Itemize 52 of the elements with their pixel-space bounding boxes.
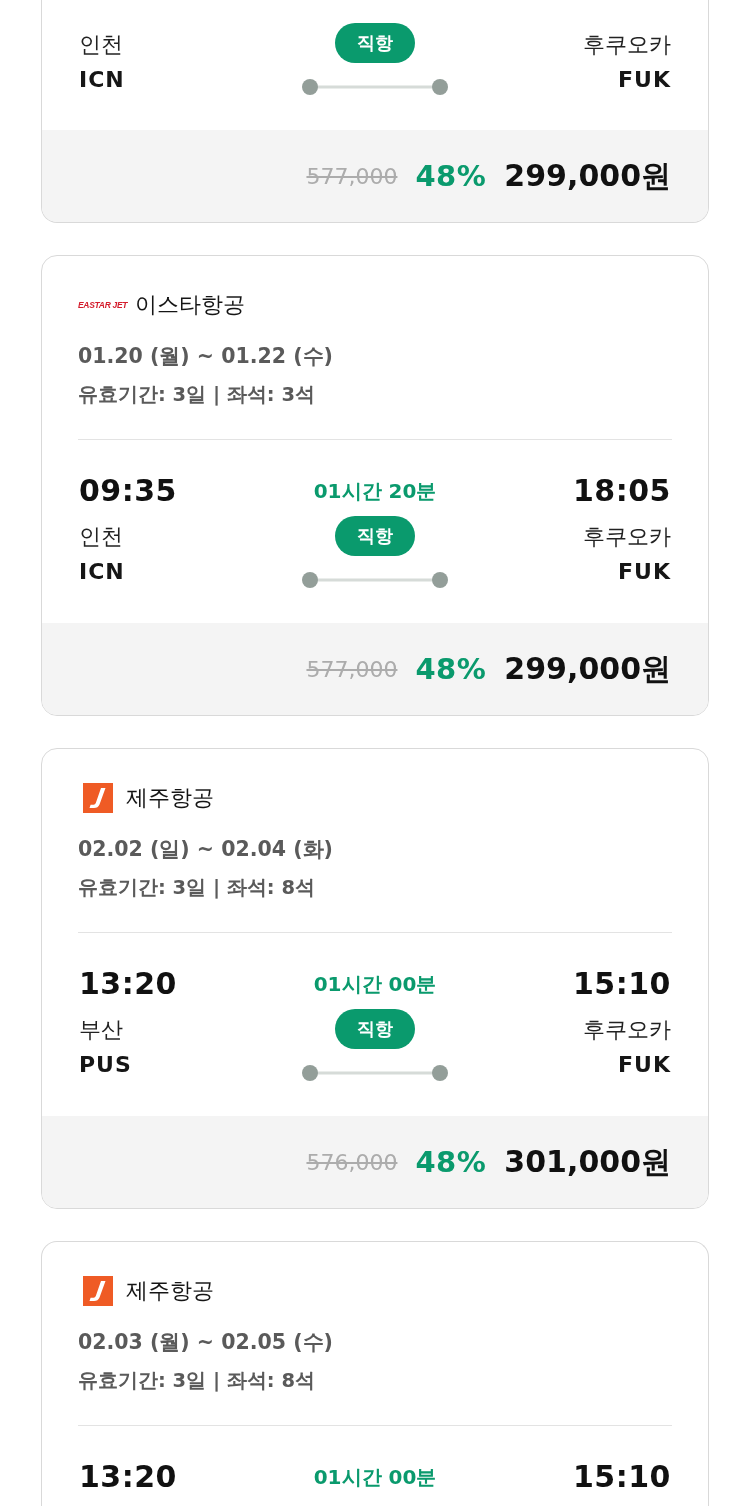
flight-duration: 01시간 20분 xyxy=(313,478,437,505)
route-line-icon xyxy=(302,572,448,588)
airline-name: 제주항공 xyxy=(126,1277,214,1305)
original-price: 576,000 xyxy=(306,1149,398,1175)
departure-time: 09:35 xyxy=(79,473,177,509)
arrival-airport-code: FUK xyxy=(618,66,671,94)
flight-card[interactable]: 제주항공 02.02 (일) ~ 02.04 (화) 유효기간: 3일 | 좌석: 8석 13:20 부산 PUS 01시간 00분 직항 15:10 후쿠오카 FUK 576,000 48% 301,000원 xyxy=(41,748,709,1209)
airline-logo xyxy=(83,1276,113,1306)
discount-rate: 48% xyxy=(415,652,487,686)
validity-info: 유효기간: 3일 | 좌석: 8석 xyxy=(78,1368,316,1394)
departure-time: 13:20 xyxy=(79,1459,177,1495)
sale-price: 301,000원 xyxy=(504,1142,671,1181)
flight-card[interactable]: 인천 ICN 직항 후쿠오카 FUK 577,000 48% 299,000원 xyxy=(41,0,709,223)
arrival-airport-code: FUK xyxy=(618,1051,671,1079)
flight-card[interactable]: 제주항공 02.03 (월) ~ 02.05 (수) 유효기간: 3일 | 좌석: 8석 13:20 01시간 00분 15:10 xyxy=(41,1241,709,1506)
flight-card[interactable]: EASTAR JET 이스타항공 01.20 (월) ~ 01.22 (수) 유효기간: 3일 | 좌석: 3석 09:35 인천 ICN 01시간 20분 직항 18:05 후쿠오카 FUK 577,000 48% 299,000원 xyxy=(41,255,709,716)
nonstop-badge: 직항 xyxy=(335,516,415,556)
original-price: 577,000 xyxy=(306,163,398,189)
arrival-city: 후쿠오카 xyxy=(583,31,671,59)
departure-airport-code: ICN xyxy=(79,66,125,94)
airline-logo: EASTAR JET xyxy=(78,300,128,310)
flight-duration: 01시간 00분 xyxy=(313,971,437,998)
airline-logo xyxy=(83,783,113,813)
departure-time: 13:20 xyxy=(79,966,177,1002)
original-price: 577,000 xyxy=(306,656,398,682)
discount-rate: 48% xyxy=(415,159,487,193)
airline-name: 제주항공 xyxy=(126,784,214,812)
route-line-icon xyxy=(302,1065,448,1081)
arrival-airport-code: FUK xyxy=(618,558,671,586)
sale-price: 299,000원 xyxy=(504,649,671,688)
route-line-icon xyxy=(302,79,448,95)
sale-price: 299,000원 xyxy=(504,156,671,195)
departure-airport-code: ICN xyxy=(79,558,125,586)
airline-name: 이스타항공 xyxy=(135,291,246,319)
nonstop-badge: 직항 xyxy=(335,1009,415,1049)
departure-city: 인천 xyxy=(79,31,123,59)
discount-rate: 48% xyxy=(415,1145,487,1179)
travel-dates: 02.02 (일) ~ 02.04 (화) xyxy=(78,836,334,863)
arrival-time: 15:10 xyxy=(573,1459,671,1495)
validity-info: 유효기간: 3일 | 좌석: 3석 xyxy=(78,382,316,408)
departure-city: 부산 xyxy=(79,1016,123,1044)
nonstop-badge: 직항 xyxy=(335,23,415,63)
arrival-city: 후쿠오카 xyxy=(583,1016,671,1044)
flight-duration: 01시간 00분 xyxy=(313,1464,437,1491)
arrival-time: 15:10 xyxy=(573,966,671,1002)
travel-dates: 02.03 (월) ~ 02.05 (수) xyxy=(78,1329,334,1356)
arrival-time: 18:05 xyxy=(573,473,671,509)
validity-info: 유효기간: 3일 | 좌석: 8석 xyxy=(78,875,316,901)
departure-city: 인천 xyxy=(79,523,123,551)
departure-airport-code: PUS xyxy=(79,1051,132,1079)
travel-dates: 01.20 (월) ~ 01.22 (수) xyxy=(78,343,334,370)
arrival-city: 후쿠오카 xyxy=(583,523,671,551)
